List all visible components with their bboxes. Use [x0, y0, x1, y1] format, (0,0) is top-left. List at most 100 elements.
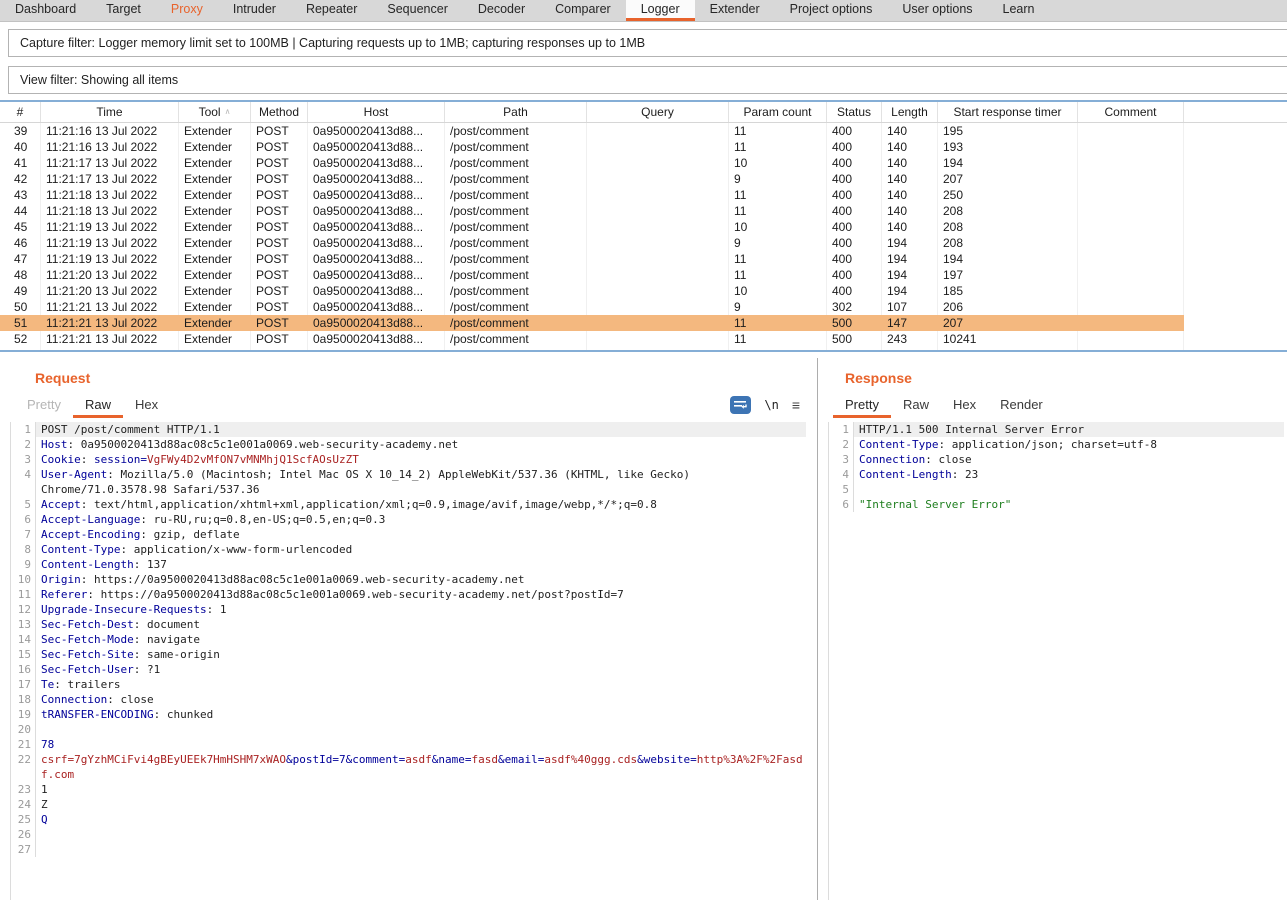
tab-pretty[interactable]: Pretty — [833, 394, 891, 418]
table-row[interactable]: 4911:21:20 13 Jul 2022ExtenderPOST0a9500… — [0, 283, 1184, 299]
line-content[interactable]: Sec-Fetch-Mode: navigate — [36, 632, 806, 647]
tab-comparer[interactable]: Comparer — [540, 0, 626, 21]
cell-path: /post/comment — [445, 267, 587, 283]
line-content[interactable] — [36, 842, 806, 857]
tab-sequencer[interactable]: Sequencer — [372, 0, 462, 21]
line-content[interactable] — [36, 722, 806, 737]
line-content[interactable]: Accept-Encoding: gzip, deflate — [36, 527, 806, 542]
tab-hex[interactable]: Hex — [941, 394, 988, 418]
line-content[interactable]: Te: trailers — [36, 677, 806, 692]
show-newlines-icon[interactable]: \n — [764, 398, 778, 412]
tab-dashboard[interactable]: Dashboard — [0, 0, 91, 21]
table-row[interactable]: 5011:21:21 13 Jul 2022ExtenderPOST0a9500… — [0, 299, 1184, 315]
line-content[interactable]: Upgrade-Insecure-Requests: 1 — [36, 602, 806, 617]
column-header-host[interactable]: Host — [308, 102, 445, 122]
column-header-start-response-timer[interactable]: Start response timer — [938, 102, 1078, 122]
editor-menu-icon[interactable]: ≡ — [792, 398, 800, 412]
column-header-time[interactable]: Time — [41, 102, 179, 122]
table-row[interactable]: 4111:21:17 13 Jul 2022ExtenderPOST0a9500… — [0, 155, 1184, 171]
tab-target[interactable]: Target — [91, 0, 156, 21]
line-content[interactable]: Origin: https://0a9500020413d88ac08c5c1e… — [36, 572, 806, 587]
table-row[interactable]: 4211:21:17 13 Jul 2022ExtenderPOST0a9500… — [0, 171, 1184, 187]
cell-length: 140 — [882, 155, 938, 171]
editor-line: 2178 — [11, 737, 817, 752]
tab-raw[interactable]: Raw — [891, 394, 941, 418]
column-header-query[interactable]: Query — [587, 102, 729, 122]
line-content[interactable]: Connection: close — [36, 692, 806, 707]
tab-logger[interactable]: Logger — [626, 0, 695, 21]
cell-method: POST — [251, 267, 308, 283]
line-content[interactable]: Content-Length: 23 — [854, 467, 1284, 482]
cell-number: 53 — [0, 347, 41, 350]
table-row[interactable]: 5311:21:22 13 Jul 2022ExtenderPOST0a9500… — [0, 347, 1184, 350]
column-header-status[interactable]: Status — [827, 102, 882, 122]
line-number: 27 — [11, 842, 36, 857]
line-content[interactable]: 78 — [36, 737, 806, 752]
tab-decoder[interactable]: Decoder — [463, 0, 540, 21]
line-content[interactable]: Content-Type: application/json; charset=… — [854, 437, 1284, 452]
line-content[interactable]: Content-Type: application/x-www-form-url… — [36, 542, 806, 557]
line-content[interactable]: Content-Length: 137 — [36, 557, 806, 572]
response-editor[interactable]: 1HTTP/1.1 500 Internal Server Error2Cont… — [828, 422, 1287, 900]
table-row[interactable]: 5111:21:21 13 Jul 2022ExtenderPOST0a9500… — [0, 315, 1184, 331]
line-content[interactable]: User-Agent: Mozilla/5.0 (Macintosh; Inte… — [36, 467, 806, 497]
view-filter-bar[interactable]: View filter: Showing all items — [8, 66, 1287, 94]
line-content[interactable]: Referer: https://0a9500020413d88ac08c5c1… — [36, 587, 806, 602]
line-content[interactable]: Cookie: session=VgFWy4D2vMfON7vMNMhjQ1Sc… — [36, 452, 806, 467]
line-content[interactable]: HTTP/1.1 500 Internal Server Error — [854, 422, 1284, 437]
cell-query — [587, 283, 729, 299]
column-header-param-count[interactable]: Param count — [729, 102, 827, 122]
table-row[interactable]: 4511:21:19 13 Jul 2022ExtenderPOST0a9500… — [0, 219, 1184, 235]
line-content[interactable]: Sec-Fetch-User: ?1 — [36, 662, 806, 677]
line-content[interactable]: Sec-Fetch-Site: same-origin — [36, 647, 806, 662]
tab-pretty[interactable]: Pretty — [15, 394, 73, 418]
table-row[interactable]: 4711:21:19 13 Jul 2022ExtenderPOST0a9500… — [0, 251, 1184, 267]
line-content[interactable]: Accept: text/html,application/xhtml+xml,… — [36, 497, 806, 512]
editor-line: 14Sec-Fetch-Mode: navigate — [11, 632, 817, 647]
line-content[interactable]: Host: 0a9500020413d88ac08c5c1e001a0069.w… — [36, 437, 806, 452]
line-content[interactable]: POST /post/comment HTTP/1.1 — [36, 422, 806, 437]
line-content[interactable] — [854, 482, 1284, 497]
column-header-method[interactable]: Method — [251, 102, 308, 122]
tab-intruder[interactable]: Intruder — [218, 0, 291, 21]
line-content[interactable]: tRANSFER-ENCODING: chunked — [36, 707, 806, 722]
tab-extender[interactable]: Extender — [695, 0, 775, 21]
capture-filter-bar[interactable]: Capture filter: Logger memory limit set … — [8, 29, 1287, 57]
line-content[interactable]: Accept-Language: ru-RU,ru;q=0.8,en-US;q=… — [36, 512, 806, 527]
line-content[interactable]: 1 — [36, 782, 806, 797]
tab-render[interactable]: Render — [988, 394, 1055, 418]
column-header-tool[interactable]: Tool∧ — [179, 102, 251, 122]
table-row[interactable]: 3911:21:16 13 Jul 2022ExtenderPOST0a9500… — [0, 123, 1184, 139]
table-row[interactable]: 4411:21:18 13 Jul 2022ExtenderPOST0a9500… — [0, 203, 1184, 219]
tab-user-options[interactable]: User options — [887, 0, 987, 21]
line-content[interactable]: Z — [36, 797, 806, 812]
line-number: 12 — [11, 602, 36, 617]
table-row[interactable]: 5211:21:21 13 Jul 2022ExtenderPOST0a9500… — [0, 331, 1184, 347]
line-number: 25 — [11, 812, 36, 827]
line-content[interactable]: Sec-Fetch-Dest: document — [36, 617, 806, 632]
column-header-path[interactable]: Path — [445, 102, 587, 122]
line-content[interactable]: Q — [36, 812, 806, 827]
tab-learn[interactable]: Learn — [988, 0, 1050, 21]
line-content[interactable]: "Internal Server Error" — [854, 497, 1284, 512]
cell-query — [587, 187, 729, 203]
line-number: 20 — [11, 722, 36, 737]
tab-hex[interactable]: Hex — [123, 394, 170, 418]
soft-wrap-icon[interactable] — [730, 396, 751, 414]
cell-number: 41 — [0, 155, 41, 171]
line-content[interactable] — [36, 827, 806, 842]
table-row[interactable]: 4011:21:16 13 Jul 2022ExtenderPOST0a9500… — [0, 139, 1184, 155]
tab-proxy[interactable]: Proxy — [156, 0, 218, 21]
tab-raw[interactable]: Raw — [73, 394, 123, 418]
line-content[interactable]: Connection: close — [854, 452, 1284, 467]
column-header-length[interactable]: Length — [882, 102, 938, 122]
column-header-number[interactable]: # — [0, 102, 41, 122]
request-editor[interactable]: 1POST /post/comment HTTP/1.12Host: 0a950… — [10, 422, 817, 900]
table-row[interactable]: 4311:21:18 13 Jul 2022ExtenderPOST0a9500… — [0, 187, 1184, 203]
table-row[interactable]: 4611:21:19 13 Jul 2022ExtenderPOST0a9500… — [0, 235, 1184, 251]
tab-project-options[interactable]: Project options — [775, 0, 888, 21]
line-content[interactable]: csrf=7gYzhMCiFvi4gBEyUEEk7HmHSHM7xWAO&po… — [36, 752, 806, 782]
column-header-comment[interactable]: Comment — [1078, 102, 1184, 122]
table-row[interactable]: 4811:21:20 13 Jul 2022ExtenderPOST0a9500… — [0, 267, 1184, 283]
tab-repeater[interactable]: Repeater — [291, 0, 372, 21]
